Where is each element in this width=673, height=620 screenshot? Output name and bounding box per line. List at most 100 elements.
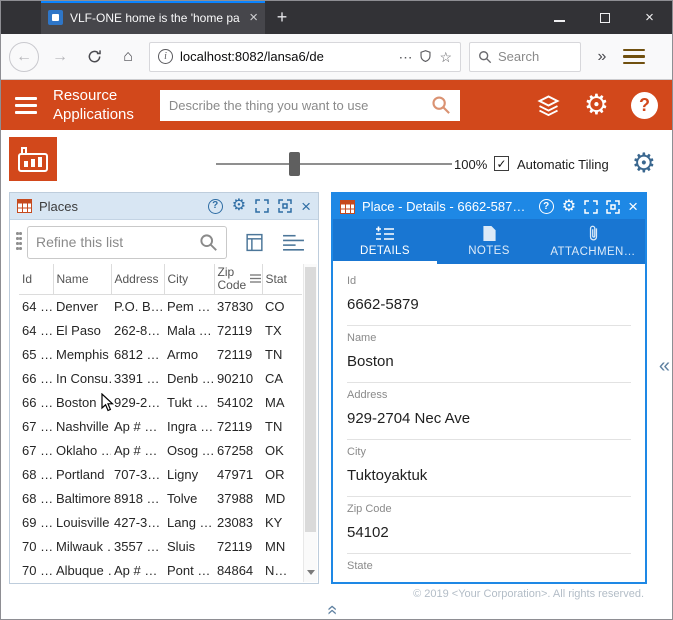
home-button[interactable]: ⌂ [115,44,141,70]
panel-close-icon[interactable]: × [301,198,311,215]
tiling-settings-gear-icon[interactable]: ⚙ [632,150,656,177]
table-row[interactable]: 68 … Portland 707-3… Ligny 47971 OR [19,463,302,487]
zoom-slider-track[interactable] [216,163,452,165]
field-value[interactable]: Tuktoyaktuk [347,467,631,485]
sort-menu-icon[interactable] [250,274,261,283]
table-row[interactable]: 70 … Albuque … Ap # … Pont … 84864 N… [19,559,302,583]
panel-maximize-icon[interactable] [255,199,269,213]
help-icon[interactable]: ? [631,92,658,119]
field-value[interactable]: 54102 [347,524,631,542]
form-list-icon [376,226,394,241]
details-tabs: DETAILS NOTES ATTACHMEN… [333,219,645,264]
table-row[interactable]: 66 … In Consu… 3391 … Denb … 90210 CA [19,367,302,391]
refine-input[interactable] [36,234,193,250]
tab-notes[interactable]: NOTES [437,219,541,264]
new-tab-button[interactable]: + [265,1,299,34]
cell-city: Lang … [164,511,214,535]
cell-address: P.O. B… [111,295,164,319]
expand-bottom-panel-icon[interactable]: « [324,605,342,615]
column-header-address[interactable]: Address [111,264,164,295]
automatic-tiling-label[interactable]: Automatic Tiling [517,157,609,172]
reload-button[interactable] [81,44,107,70]
table-row[interactable]: 67 … Oklaho … Ap # … Osog … 67258 OK [19,439,302,463]
collapse-right-panel-icon[interactable]: « [659,356,670,376]
table-row[interactable]: 64 … El Paso 262-8… Mala … 72119 TX [19,319,302,343]
tracking-shield-icon[interactable] [419,49,432,65]
app-search-box[interactable] [160,90,460,121]
forward-button[interactable]: → [47,44,73,70]
bookmark-star-icon[interactable]: ☆ [439,50,452,64]
field-label: Id [347,275,631,287]
tab-attachments[interactable]: ATTACHMEN… [541,219,645,264]
panel-gear-icon[interactable]: ⚙ [232,198,246,214]
places-scrollbar[interactable] [303,264,317,582]
cell-address: Ap # … [111,439,164,463]
cell-address: 3557 … [111,535,164,559]
field-value[interactable]: 6662-5879 [347,296,631,314]
window-minimize-button[interactable] [537,1,582,34]
cell-id: 66 … [19,367,53,391]
refine-search-icon[interactable] [199,233,218,252]
panel-close-icon[interactable]: × [628,198,638,215]
site-info-icon[interactable]: i [158,49,173,64]
tab-close-icon[interactable]: × [249,10,258,25]
search-bar[interactable] [469,42,581,72]
panel-tile-icon[interactable] [278,199,292,213]
panel-gear-icon[interactable]: ⚙ [562,199,576,215]
scrollbar-thumb[interactable] [305,267,316,532]
table-row[interactable]: 64 … Denver P.O. B… Pem … 37830 CO [19,295,302,319]
layers-icon[interactable] [535,92,562,119]
panel-help-icon[interactable]: ? [208,199,223,214]
automatic-tiling-checkbox[interactable]: ✓ [494,156,509,171]
window-maximize-button[interactable] [582,1,627,34]
tiling-toolbar: 100% ✓ Automatic Tiling ⚙ [1,130,672,187]
column-header-city[interactable]: City [164,264,214,295]
detail-field: City Tuktoyaktuk [347,440,631,497]
table-row[interactable]: 65 … Memphis 6812 … Armo 72119 TN [19,343,302,367]
browser-tab[interactable]: VLF-ONE home is the 'home pa × [41,1,265,34]
tab-details[interactable]: DETAILS [333,219,437,264]
back-button[interactable]: ← [9,42,39,72]
details-fields: Id 6662-5879 Name Boston Address 929-270… [333,264,645,582]
cell-address: 929-2… [111,391,164,415]
framework-icon[interactable] [9,137,57,181]
row-view-icon[interactable] [282,233,305,252]
refine-box[interactable] [27,226,227,259]
panel-help-icon[interactable]: ? [539,199,554,214]
column-header-id[interactable]: Id [19,264,53,295]
column-header-state[interactable]: Stat [262,264,302,295]
drag-handle-icon[interactable] [16,232,22,252]
app-search-icon[interactable] [431,95,451,115]
table-row[interactable]: 66 … Boston 929-2… Tukt … 54102 MA [19,391,302,415]
cell-name: Portland [53,463,111,487]
field-value[interactable]: MA [347,581,631,582]
browser-search-input[interactable] [498,49,568,64]
field-value[interactable]: 929-2704 Nec Ave [347,410,631,428]
window-close-button[interactable]: × [627,1,672,34]
address-bar[interactable]: i ⋯ ☆ [149,42,461,72]
firefox-menu-button[interactable] [623,49,645,65]
page-actions-icon[interactable]: ⋯ [398,50,412,64]
cell-zip: 72119 [214,319,262,343]
field-value[interactable]: Boston [347,353,631,371]
cell-name: Louisville [53,511,111,535]
list-view-icon[interactable] [244,232,265,253]
cell-state: OK [262,439,302,463]
panel-tile-icon[interactable] [606,200,620,214]
places-panel-header: Places ? ⚙ × [10,193,318,220]
scroll-down-icon[interactable] [307,570,315,575]
app-menu-button[interactable] [15,97,37,114]
overflow-button[interactable]: » [589,44,615,70]
panel-maximize-icon[interactable] [584,200,598,214]
url-input[interactable] [180,49,391,64]
column-header-name[interactable]: Name [53,264,111,295]
table-row[interactable]: 67 … Nashville Ap # … Ingra … 72119 TN [19,415,302,439]
table-row[interactable]: 70 … Milwauk … 3557 … Sluis 72119 MN [19,535,302,559]
settings-gear-icon[interactable]: ⚙ [584,91,609,119]
column-header-zip[interactable]: Zip Code [214,264,262,295]
table-row[interactable]: 68 … Baltimore 8918 … Tolve 37988 MD [19,487,302,511]
app-search-input[interactable] [169,98,425,113]
zoom-slider-handle[interactable] [289,152,300,176]
cell-address: 262-8… [111,319,164,343]
table-row[interactable]: 69 … Louisville 427-3… Lang … 23083 KY [19,511,302,535]
